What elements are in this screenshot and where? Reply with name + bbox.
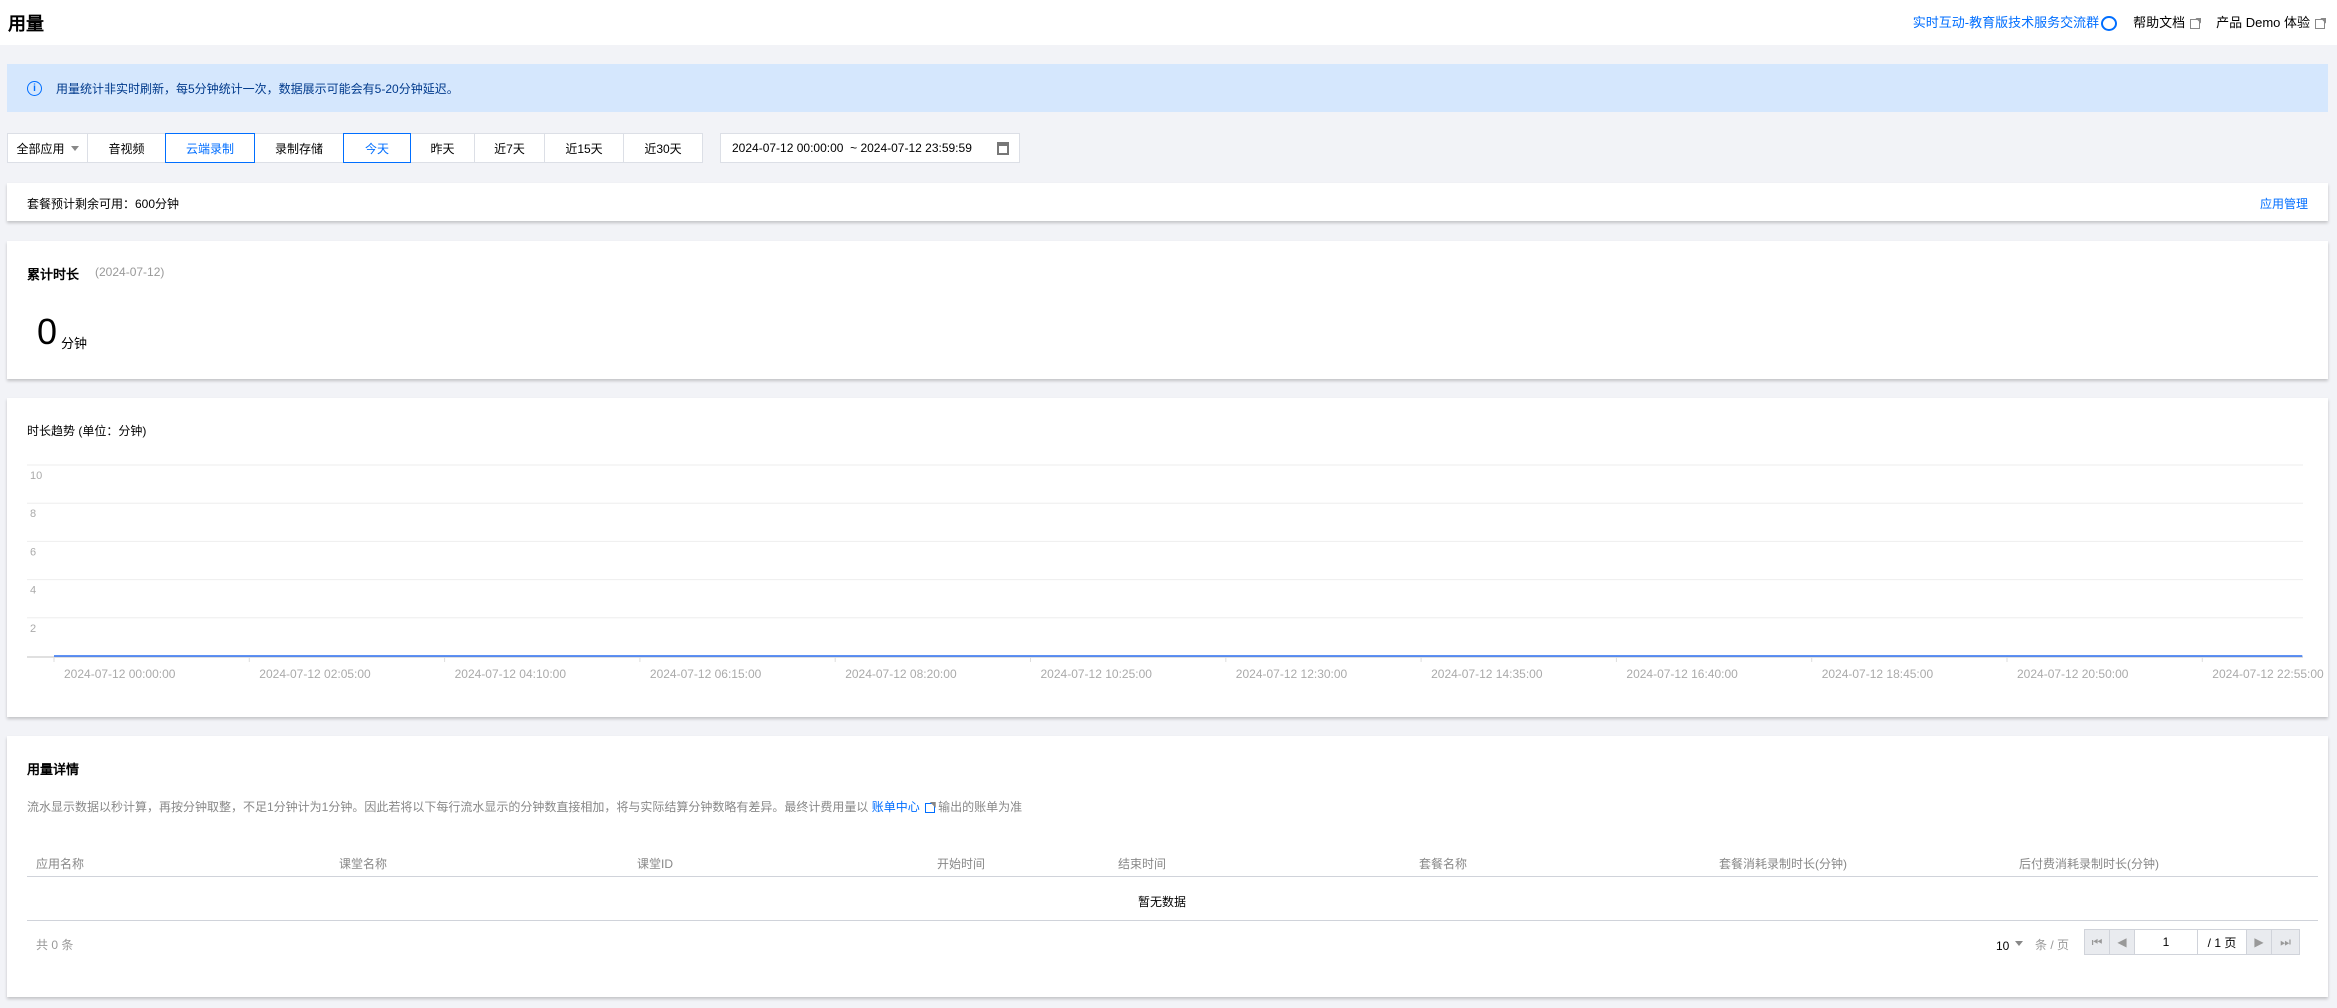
range-7days[interactable]: 近7天 [474,133,545,163]
col-app-name: 应用名称 [36,857,85,871]
y-tick-label: 4 [30,585,36,597]
desc-text-after: 输出的账单为准 [938,800,1023,814]
page-total: / 1 页 [2198,930,2247,954]
table-header-divider [27,876,2318,877]
next-page-icon: ▶ [2254,935,2264,949]
y-tick-label: 6 [30,546,36,558]
col-postpaid-duration: 后付费消耗录制时长(分钟) [2019,857,2159,871]
x-tick-label: 2024-07-12 20:50:00 [2017,667,2129,681]
tech-group-link[interactable]: 实时互动-教育版技术服务交流群 [1912,12,2118,32]
range-15days[interactable]: 近15天 [544,133,624,163]
info-banner: i 用量统计非实时刷新，每5分钟统计一次，数据展示可能会有5-20分钟延迟。 [7,64,2328,112]
help-docs-link[interactable]: 帮助文档 [2133,12,2201,31]
tab-cloud-recording[interactable]: 云端录制 [165,133,255,163]
header-links: 实时互动-教育版技术服务交流群 帮助文档 产品 Demo 体验 [1912,12,2325,32]
x-tick-label: 2024-07-12 00:00:00 [64,667,176,681]
col-package-duration: 套餐消耗录制时长(分钟) [1719,857,1847,871]
app-manage-link[interactable]: 应用管理 [2260,195,2308,212]
billing-center-label: 账单中心 [871,800,920,814]
page-size-unit: 条 / 页 [2035,938,2070,952]
pagination: ⏮ ◀ 1 / 1 页 ▶ ⏭ [2084,929,2300,955]
demo-label: 产品 Demo 体验 [2216,15,2310,31]
total-title: 累计时长 [27,267,80,282]
help-docs-label: 帮助文档 [2133,15,2186,31]
total-value: 0 [37,311,58,352]
next-page-button[interactable]: ▶ [2247,930,2272,954]
details-title: 用量详情 [27,762,80,777]
range-30days[interactable]: 近30天 [623,133,703,163]
total-date: (2024-07-12) [95,265,165,279]
x-tick-label: 2024-07-12 18:45:00 [1822,667,1934,681]
external-link-icon [924,802,935,813]
range-today[interactable]: 今天 [343,133,411,163]
desc-text: 流水显示数据以秒计算，再按分钟取整，不足1分钟计为1分钟。因此若将以下每行流水显… [27,800,869,814]
details-card: 用量详情 流水显示数据以秒计算，再按分钟取整，不足1分钟计为1分钟。因此若将以下… [7,736,2328,997]
external-link-icon [2190,18,2201,29]
range-yesterday[interactable]: 昨天 [410,133,475,163]
page-input[interactable]: 1 [2135,930,2198,954]
last-page-icon: ⏭ [2280,934,2291,949]
col-class-id: 课堂ID [637,857,674,871]
empty-state: 暂无数据 [1138,895,1187,909]
tech-group-label: 实时互动-教育版技术服务交流群 [1912,15,2100,30]
package-card: 套餐预计剩余可用：600分钟 应用管理 [7,183,2328,221]
x-tick-label: 2024-07-12 16:40:00 [1626,667,1738,681]
col-end-time: 结束时间 [1118,857,1167,871]
app-select-value: 全部应用 [16,141,65,156]
total-unit: 分钟 [61,336,88,351]
x-tick-label: 2024-07-12 08:20:00 [845,667,957,681]
tab-audio-video[interactable]: 音视频 [87,133,166,163]
caret-down-icon [2015,941,2024,950]
y-tick-label: 2 [30,623,36,635]
calendar-icon [997,142,1009,155]
total-card: 累计时长 (2024-07-12) 0 分钟 [7,241,2328,379]
external-link-icon [2315,18,2325,29]
col-start-time: 开始时间 [937,857,986,871]
filter-bar: 全部应用 音视频 云端录制 录制存储 今天 昨天 近7天 近15天 近30天 [7,133,703,163]
page-size-value: 10 [1996,939,2010,953]
y-tick-label: 10 [30,470,42,482]
prev-page-icon: ◀ [2117,935,2127,949]
billing-center-link[interactable]: 账单中心 [872,800,935,814]
trend-chart-card: 时长趋势 (单位：分钟) 10 8 6 4 2 2024-07-12 00:00:00 20… [7,398,2328,717]
y-tick-label: 8 [30,508,36,520]
app-select[interactable]: 全部应用 [7,133,88,163]
x-tick-label: 2024-07-12 22:55:00 [2212,667,2324,681]
demo-link[interactable]: 产品 Demo 体验 [2216,12,2325,31]
package-remaining: 套餐预计剩余可用：600分钟 [27,197,180,211]
total-count: 共 0 条 [36,938,74,952]
x-tick-label: 2024-07-12 10:25:00 [1041,667,1153,681]
x-tick-label: 2024-07-12 06:15:00 [650,667,762,681]
col-class-name: 课堂名称 [339,857,388,871]
col-package-name: 套餐名称 [1419,857,1468,871]
info-icon: i [27,80,42,96]
chat-icon [2101,16,2118,32]
date-range-value: 2024-07-12 00:00:00 ~ 2024-07-12 23:59:5… [732,141,972,155]
first-page-button[interactable]: ⏮ [2085,930,2110,954]
prev-page-button[interactable]: ◀ [2110,930,2135,954]
first-page-icon: ⏮ [2091,934,2103,949]
x-tick-label: 2024-07-12 12:30:00 [1236,667,1348,681]
x-tick-label: 2024-07-12 02:05:00 [259,667,371,681]
x-tick-label: 2024-07-12 04:10:00 [455,667,567,681]
details-desc: 流水显示数据以秒计算，再按分钟取整，不足1分钟计为1分钟。因此若将以下每行流水显… [27,798,1022,815]
trend-chart: 10 8 6 4 2 2024-07-12 00:00:00 2024-07-12 02:0… [27,464,2324,681]
last-page-button[interactable]: ⏭ [2272,930,2299,954]
date-range-picker[interactable]: 2024-07-12 00:00:00 ~ 2024-07-12 23:59:5… [720,133,1020,163]
x-tick-label: 2024-07-12 14:35:00 [1431,667,1543,681]
page-size-select[interactable]: 10 [1996,936,2024,953]
table-bottom-divider [27,920,2318,921]
caret-down-icon [70,146,79,155]
page-title: 用量 [8,14,44,34]
tab-recording-storage[interactable]: 录制存储 [254,133,344,163]
banner-text: 用量统计非实时刷新，每5分钟统计一次，数据展示可能会有5-20分钟延迟。 [56,81,459,96]
